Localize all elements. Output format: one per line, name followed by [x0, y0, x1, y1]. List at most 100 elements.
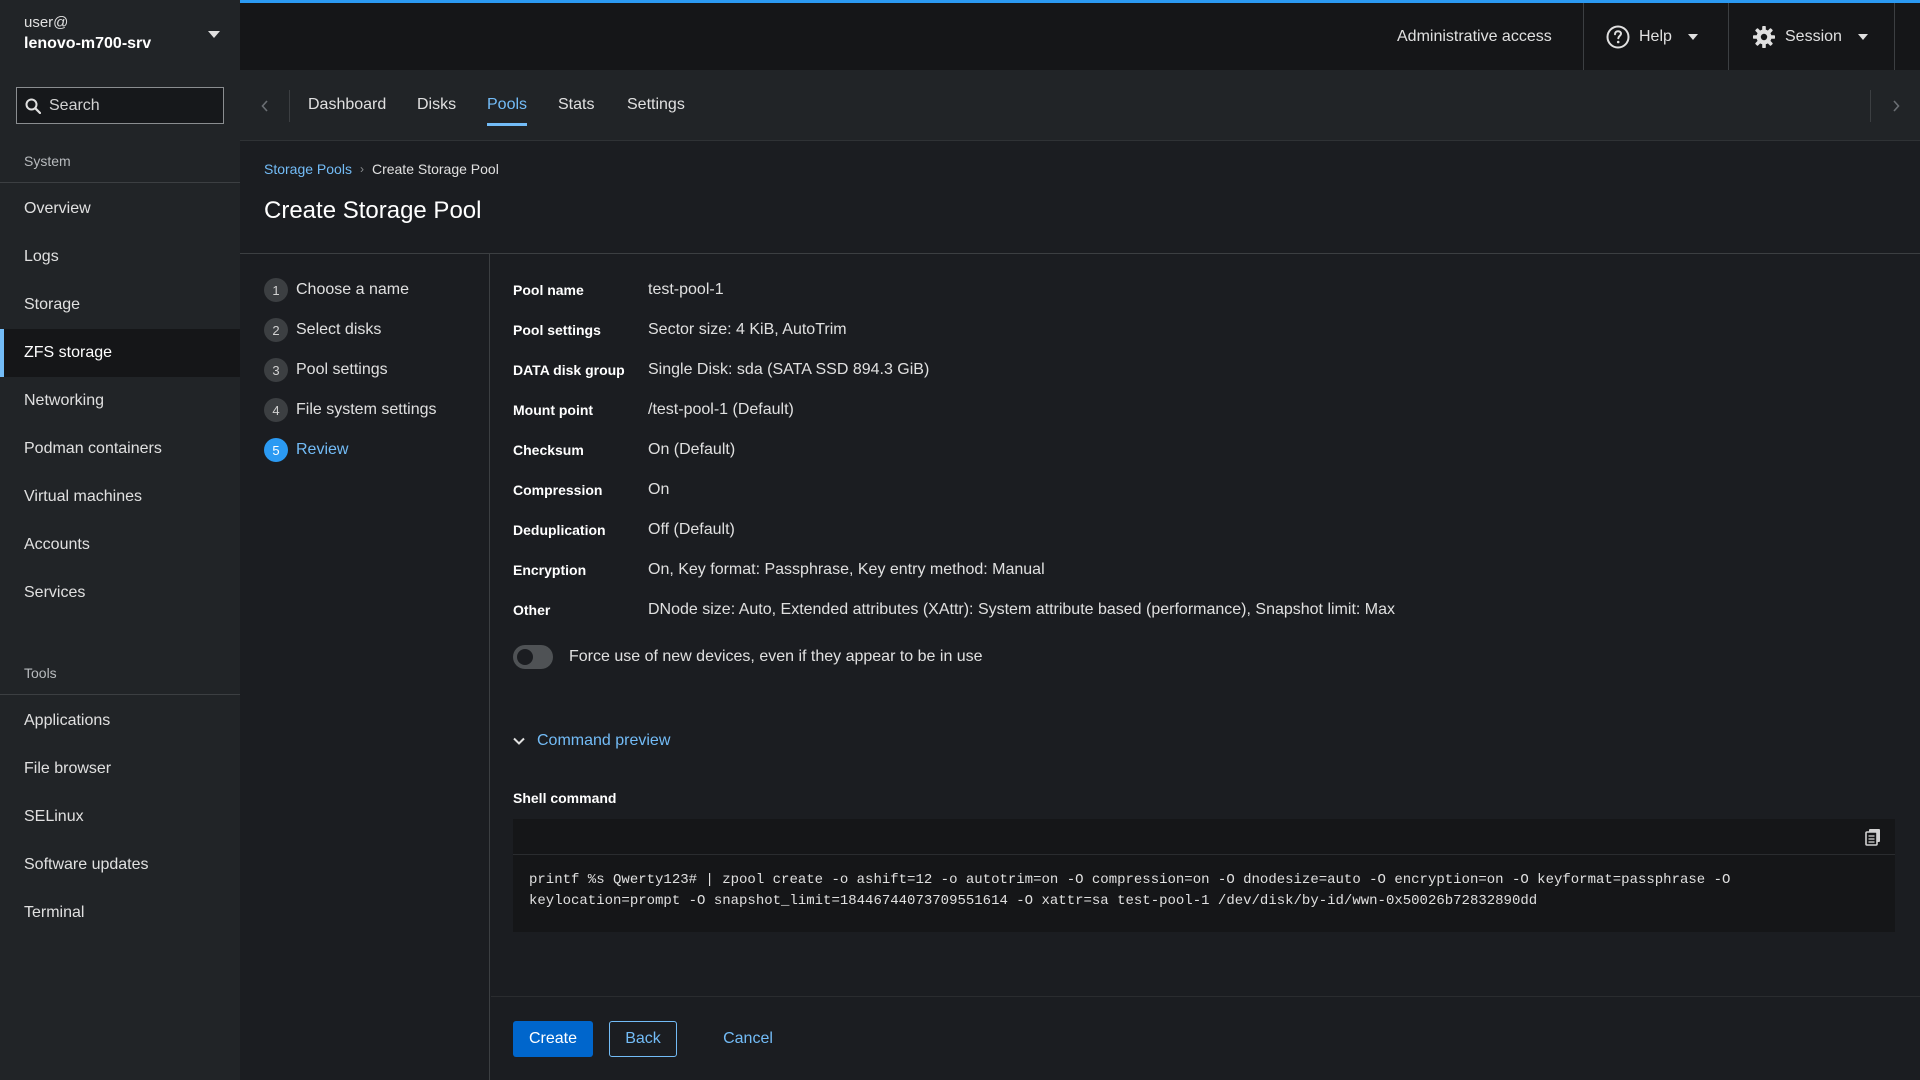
sidebar-item-file-browser[interactable]: File browser — [0, 745, 240, 793]
wizard-step-pool-settings[interactable]: 3 Pool settings — [264, 358, 388, 382]
help-menu-button[interactable]: Help — [1606, 3, 1698, 70]
review-key: Pool name — [513, 282, 584, 298]
sidebar-item-accounts[interactable]: Accounts — [0, 521, 240, 569]
caret-down-icon — [1687, 33, 1698, 40]
sidebar-item-podman-containers[interactable]: Podman containers — [0, 425, 240, 473]
review-key: Compression — [513, 482, 603, 498]
breadcrumb: Storage Pools › Create Storage Pool — [264, 161, 499, 177]
step-label: Pool settings — [296, 361, 388, 378]
review-row-checksum: Checksum On (Default) — [513, 438, 735, 462]
sidebar-item-storage[interactable]: Storage — [0, 281, 240, 329]
step-label: Select disks — [296, 321, 382, 338]
help-label: Help — [1639, 27, 1672, 45]
chevron-down-icon — [513, 737, 525, 745]
step-number: 4 — [264, 398, 288, 422]
search-box[interactable] — [16, 87, 224, 124]
review-key: Checksum — [513, 442, 584, 458]
system-nav: Overview Logs Storage ZFS storage Networking… — [0, 185, 240, 617]
step-label: Review — [296, 441, 349, 458]
sidebar-item-overview[interactable]: Overview — [0, 185, 240, 233]
review-row-other: Other DNode size: Auto, Extended attribu… — [513, 598, 1395, 622]
shell-command-line: printf %s Qwerty123# | zpool create -o a… — [529, 872, 1731, 888]
review-row-pool-settings: Pool settings Sector size: 4 KiB, AutoTr… — [513, 318, 847, 342]
system-divider — [0, 182, 240, 183]
host-user: user@ — [24, 14, 69, 31]
gear-icon — [1753, 25, 1775, 48]
page-title: Create Storage Pool — [264, 197, 482, 224]
sidebar-item-virtual-machines[interactable]: Virtual machines — [0, 473, 240, 521]
tab-stats[interactable]: Stats — [558, 70, 594, 140]
wizard-step-select-disks[interactable]: 2 Select disks — [264, 318, 381, 342]
step-number: 1 — [264, 278, 288, 302]
tab-scroll-left-button[interactable] — [240, 90, 290, 122]
host-name: lenovo-m700-srv — [24, 35, 152, 52]
caret-down-icon — [208, 31, 220, 38]
masthead-divider — [1728, 3, 1729, 70]
step-number: 5 — [264, 438, 288, 462]
review-row-pool-name: Pool name test-pool-1 — [513, 278, 724, 302]
force-devices-toggle[interactable]: Force use of new devices, even if they a… — [513, 645, 983, 669]
review-value: DNode size: Auto, Extended attributes (X… — [648, 601, 1395, 618]
search-input[interactable] — [49, 96, 189, 115]
administrative-access-button[interactable]: Administrative access — [1397, 3, 1552, 70]
step-label: File system settings — [296, 401, 437, 418]
toggle-switch[interactable] — [513, 645, 553, 669]
masthead-divider — [1583, 3, 1584, 70]
step-number: 2 — [264, 318, 288, 342]
tab-settings[interactable]: Settings — [627, 70, 685, 140]
wizard-body: Pool name test-pool-1 Pool settings Sect… — [491, 254, 1920, 996]
sidebar-item-terminal[interactable]: Terminal — [0, 889, 240, 937]
review-key: Mount point — [513, 402, 594, 418]
tab-disks[interactable]: Disks — [417, 70, 456, 140]
chevron-left-icon — [260, 100, 268, 112]
review-value: Single Disk: sda (SATA SSD 894.3 GiB) — [648, 361, 930, 378]
session-menu-button[interactable]: Session — [1752, 3, 1868, 70]
host-switcher[interactable]: user@ lenovo-m700-srv — [0, 0, 240, 70]
caret-down-icon — [1857, 33, 1868, 40]
page-header: Storage Pools › Create Storage Pool Crea… — [240, 141, 1920, 254]
command-preview-label: Command preview — [537, 732, 671, 749]
sidebar-item-selinux[interactable]: SELinux — [0, 793, 240, 841]
breadcrumb-storage-pools-link[interactable]: Storage Pools — [264, 161, 352, 177]
help-icon — [1606, 25, 1630, 48]
code-block-toolbar — [513, 819, 1895, 855]
tab-bar: Dashboard Disks Pools Stats Settings — [240, 70, 1920, 141]
wizard-step-review[interactable]: 5 Review — [264, 438, 348, 462]
review-row-encryption: Encryption On, Key format: Passphrase, K… — [513, 558, 1045, 582]
wizard-step-file-system-settings[interactable]: 4 File system settings — [264, 398, 436, 422]
search-icon — [25, 98, 41, 114]
command-preview-toggle[interactable]: Command preview — [513, 732, 670, 750]
sidebar-item-services[interactable]: Services — [0, 569, 240, 617]
review-key: Deduplication — [513, 522, 606, 538]
review-key: Encryption — [513, 562, 587, 578]
masthead-divider — [1894, 3, 1895, 70]
sidebar-item-zfs-storage[interactable]: ZFS storage — [0, 329, 240, 377]
cancel-button[interactable]: Cancel — [713, 1021, 783, 1057]
review-value: test-pool-1 — [648, 281, 724, 298]
wizard-footer: Create Back Cancel — [491, 996, 1920, 1080]
tab-pools[interactable]: Pools — [487, 70, 528, 140]
review-value: On — [648, 481, 670, 498]
back-button[interactable]: Back — [609, 1021, 677, 1057]
tab-scroll-right-button[interactable] — [1870, 90, 1920, 122]
review-value: Off (Default) — [648, 521, 735, 538]
breadcrumb-current: Create Storage Pool — [371, 161, 499, 177]
sidebar-item-software-updates[interactable]: Software updates — [0, 841, 240, 889]
step-label: Choose a name — [296, 281, 409, 298]
tab-dashboard[interactable]: Dashboard — [308, 70, 386, 140]
wizard-step-choose-name[interactable]: 1 Choose a name — [264, 278, 409, 302]
sidebar-item-applications[interactable]: Applications — [0, 697, 240, 745]
create-button[interactable]: Create — [513, 1021, 593, 1057]
shell-command-label: Shell command — [513, 790, 617, 806]
copy-icon[interactable] — [1863, 827, 1883, 847]
review-row-compression: Compression On — [513, 478, 669, 502]
tools-nav: Applications File browser SELinux Software … — [0, 697, 240, 937]
sidebar-item-networking[interactable]: Networking — [0, 377, 240, 425]
sidebar-item-logs[interactable]: Logs — [0, 233, 240, 281]
review-value: On, Key format: Passphrase, Key entry me… — [648, 561, 1045, 578]
tools-section-label: Tools — [24, 665, 57, 681]
review-key: Other — [513, 602, 551, 618]
tools-divider — [0, 694, 240, 695]
force-devices-label: Force use of new devices, even if they a… — [569, 648, 983, 665]
shell-command-text[interactable]: printf %s Qwerty123# | zpool create -o a… — [513, 855, 1895, 912]
